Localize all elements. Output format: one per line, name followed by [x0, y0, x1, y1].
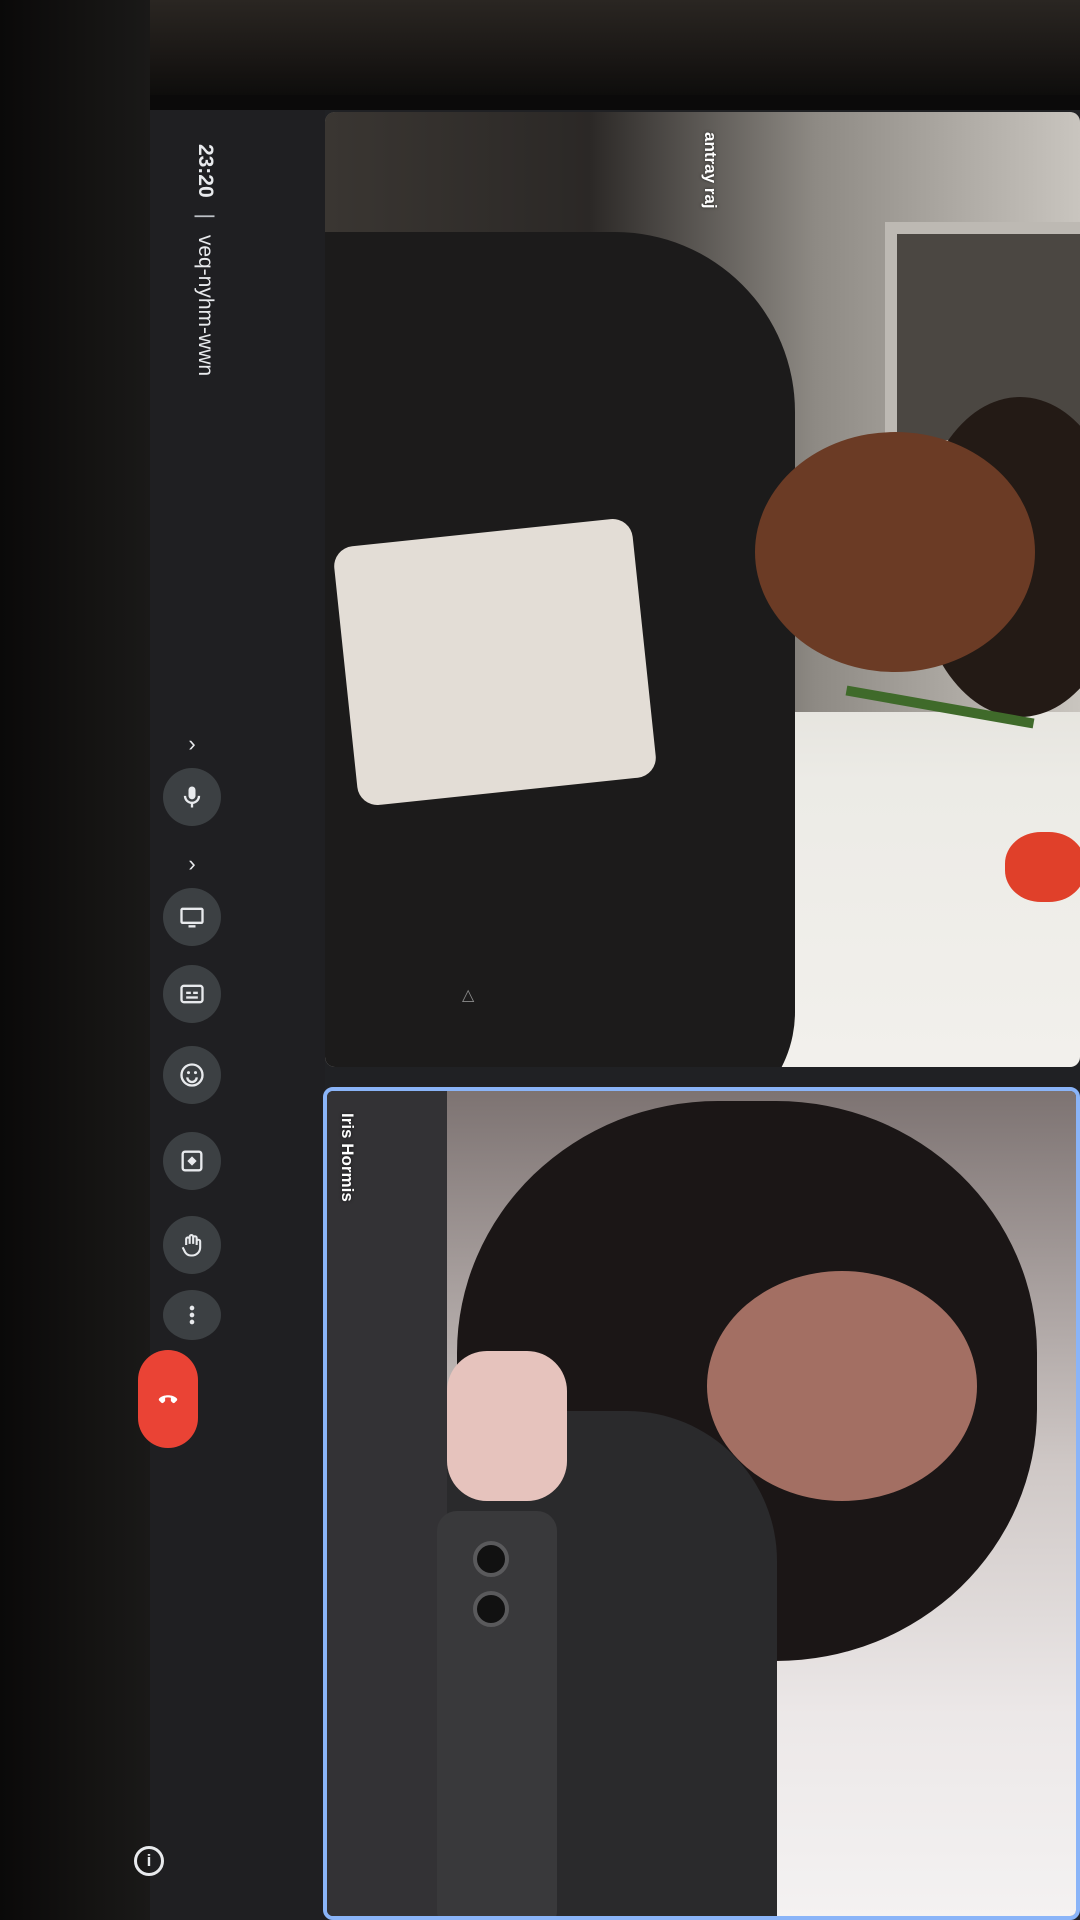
meeting-separator: |: [194, 213, 217, 219]
participant-face: [755, 432, 1035, 672]
participant-shirt: [332, 517, 658, 807]
raise-hand-icon: [181, 1234, 202, 1257]
phone-in-hand: [437, 1511, 557, 1916]
more-options-icon: [189, 1305, 195, 1325]
monitor-bezel-top: [0, 0, 1080, 95]
hang-up-button[interactable]: [138, 1350, 198, 1448]
present-screen-icon: [180, 907, 204, 928]
microphone-button[interactable]: [163, 768, 221, 826]
audio-options-chevron-icon[interactable]: ›: [178, 730, 206, 758]
rose-flower: [1005, 832, 1080, 902]
video-tile-participant-2[interactable]: Iris Hormis: [323, 1087, 1080, 1920]
share-button[interactable]: [163, 1132, 221, 1190]
participant-name-label: Iris Hormis: [338, 1113, 357, 1202]
present-screen-button[interactable]: [163, 888, 221, 946]
video-tile-participant-1[interactable]: antray raj: [325, 112, 1080, 1067]
meeting-info-button[interactable]: i: [134, 1846, 164, 1876]
participant-name-label: antray raj: [701, 132, 720, 209]
captions-button[interactable]: [163, 965, 221, 1023]
camera-lens-icon: [473, 1591, 509, 1627]
more-options-button[interactable]: [163, 1290, 221, 1340]
share-icon: [181, 1150, 203, 1172]
monitor-bezel-left: [0, 0, 150, 1920]
captions-icon: [180, 984, 204, 1004]
meeting-time: 23:20: [194, 143, 217, 198]
meeting-code: veq-nyhm-wwn: [194, 234, 217, 377]
participant-hand: [447, 1351, 567, 1501]
tile-name-strip: [327, 1091, 447, 1916]
raise-hand-button[interactable]: [163, 1216, 221, 1274]
video-options-chevron-icon[interactable]: ›: [178, 850, 206, 878]
emoji-icon: [180, 1063, 204, 1087]
info-icon: i: [146, 1851, 152, 1870]
emoji-button[interactable]: [163, 1046, 221, 1104]
camera-lens-icon: [473, 1541, 509, 1577]
hang-up-icon: [158, 1395, 178, 1404]
mouse-cursor-icon: △: [462, 987, 475, 1004]
meeting-details: 23:20 | veq-nyhm-wwn: [175, 140, 235, 380]
microphone-icon: [183, 786, 201, 808]
participant-face: [707, 1271, 977, 1501]
